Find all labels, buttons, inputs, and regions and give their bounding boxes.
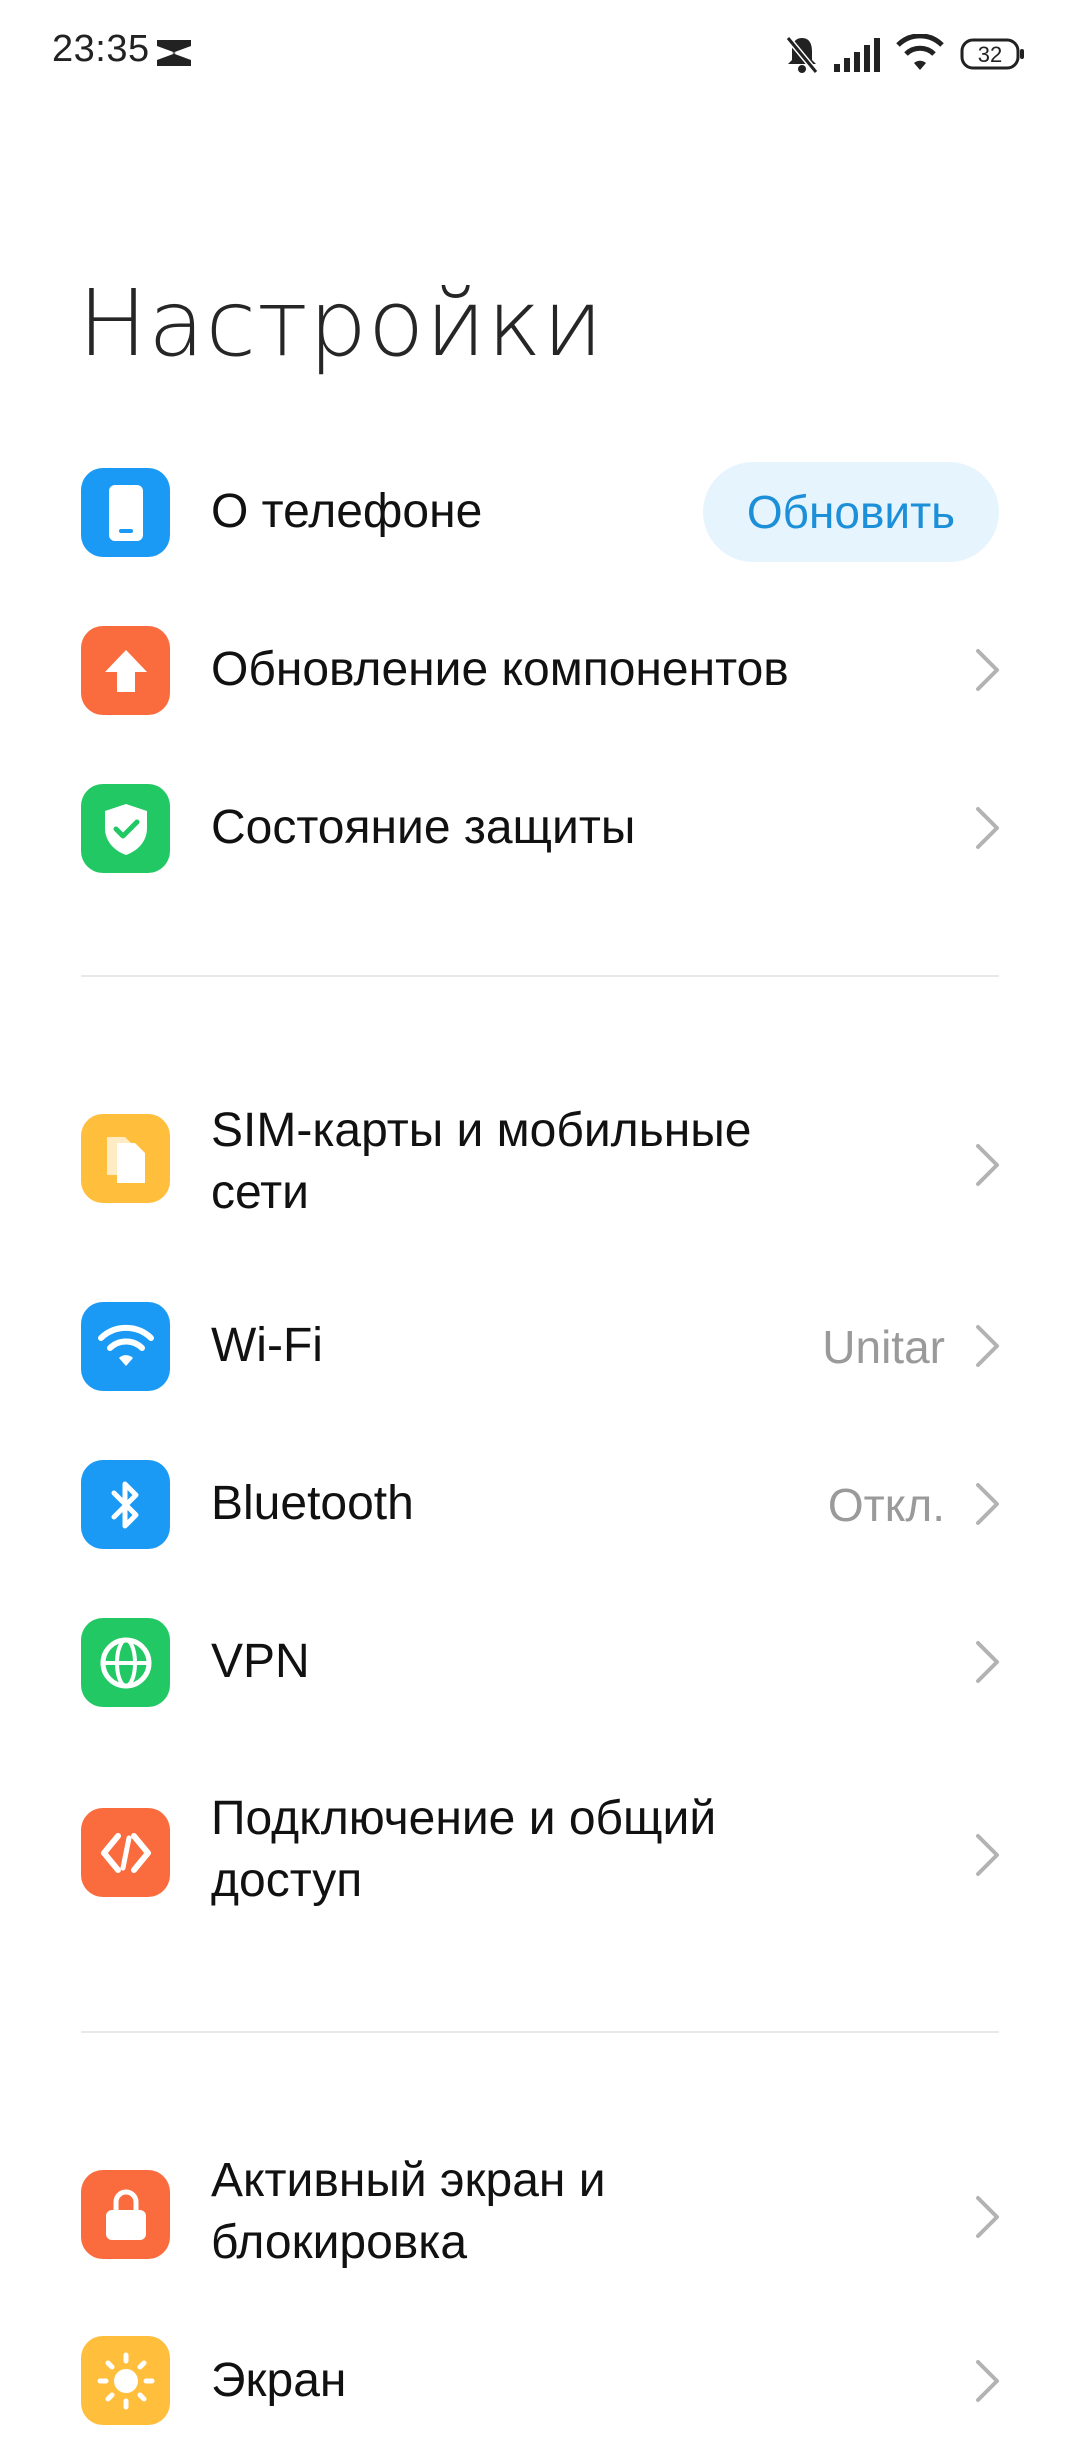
update-button[interactable]: Обновить — [703, 462, 999, 562]
globe-icon — [81, 1618, 170, 1707]
chevron-right-icon — [976, 1144, 999, 1186]
settings-row-vpn[interactable]: VPN — [0, 1610, 1080, 1714]
cell-signal-icon — [834, 38, 884, 72]
settings-row-display[interactable]: Экран — [0, 2336, 1080, 2440]
chevron-right-icon — [976, 2360, 999, 2402]
chevron-right-icon — [976, 1834, 999, 1876]
chevron-right-icon — [976, 1325, 999, 1367]
settings-row-about-phone[interactable]: О телефоне Обновить — [0, 460, 1080, 564]
sim-card-icon — [81, 1114, 170, 1203]
chevron-right-icon — [976, 1483, 999, 1525]
shield-check-icon — [81, 784, 170, 873]
settings-row-sim-networks[interactable]: SIM-карты и мобильные сети — [0, 1100, 1080, 1230]
settings-row-connection-sharing[interactable]: Подключение и общий доступ — [0, 1788, 1080, 1918]
settings-row-wifi[interactable]: Wi-Fi Unitar — [0, 1294, 1080, 1398]
phone-icon — [81, 468, 170, 557]
row-label: Wi-Fi — [211, 1319, 323, 1372]
chevron-right-icon — [976, 2196, 999, 2238]
settings-row-components-update[interactable]: Обновление компонентов — [0, 618, 1080, 722]
row-label: Активный экран и блокировка — [211, 2154, 606, 2269]
battery-icon: 32 — [960, 38, 1026, 70]
silent-bell-icon — [784, 34, 820, 74]
chevron-right-icon — [976, 807, 999, 849]
notification-app-icon — [154, 36, 194, 70]
upload-arrow-icon — [81, 626, 170, 715]
bluetooth-status: Откл. — [827, 1479, 945, 1531]
sun-icon — [81, 2336, 170, 2425]
connection-sharing-icon — [81, 1808, 170, 1897]
row-label: Bluetooth — [211, 1477, 414, 1530]
wifi-icon — [896, 34, 944, 72]
row-label: Экран — [211, 2354, 347, 2407]
row-label: Обновление компонентов — [211, 643, 789, 696]
battery-level: 32 — [978, 42, 1002, 67]
divider — [81, 975, 999, 977]
chevron-right-icon — [976, 649, 999, 691]
status-bar: 23:35 32 — [0, 0, 1080, 106]
row-label: VPN — [211, 1635, 310, 1688]
bluetooth-icon — [81, 1460, 170, 1549]
row-label: Подключение и общий доступ — [211, 1792, 717, 1907]
settings-row-bluetooth[interactable]: Bluetooth Откл. — [0, 1452, 1080, 1556]
settings-row-security-status[interactable]: Состояние защиты — [0, 776, 1080, 880]
wifi-icon — [81, 1302, 170, 1391]
divider — [81, 2031, 999, 2033]
wifi-network-name: Unitar — [822, 1321, 945, 1373]
row-label: SIM-карты и мобильные сети — [211, 1104, 752, 1219]
row-label: Состояние защиты — [211, 801, 636, 854]
lock-icon — [81, 2170, 170, 2259]
chevron-right-icon — [976, 1641, 999, 1683]
page-title: Настройки — [78, 270, 605, 377]
status-time: 23:35 — [52, 28, 150, 70]
settings-row-lockscreen[interactable]: Активный экран и блокировка — [0, 2150, 1080, 2280]
